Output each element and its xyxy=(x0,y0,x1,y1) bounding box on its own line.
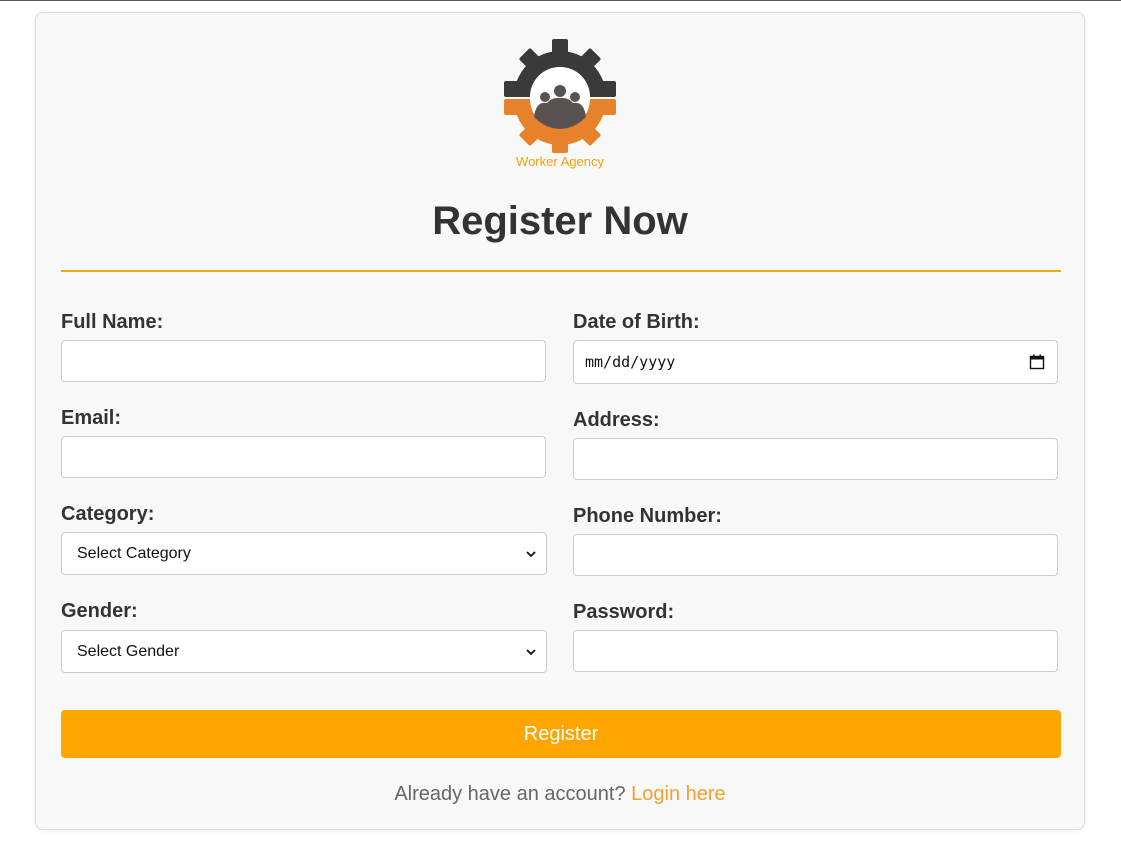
full-name-input[interactable] xyxy=(61,340,546,382)
email-group: Email: xyxy=(61,406,546,478)
phone-label: Phone Number: xyxy=(573,505,722,527)
gender-select[interactable]: Select Gender xyxy=(61,630,547,673)
title-divider xyxy=(61,270,1061,272)
logo: Worker Agency xyxy=(36,37,1084,170)
login-link[interactable]: Login here xyxy=(631,783,726,805)
login-prompt: Already have an account? Login here xyxy=(36,782,1084,806)
password-input[interactable] xyxy=(573,630,1058,672)
address-input[interactable] xyxy=(573,438,1058,480)
phone-input[interactable] xyxy=(573,534,1058,576)
logo-text: Worker Agency xyxy=(516,154,604,169)
gender-selected-value: Select Gender xyxy=(77,642,180,660)
category-label: Category: xyxy=(61,503,155,525)
chevron-down-icon xyxy=(526,648,536,655)
calendar-icon[interactable] xyxy=(1029,354,1045,370)
category-selected-value: Select Category xyxy=(77,544,191,562)
address-label: Address: xyxy=(573,409,660,431)
category-select[interactable]: Select Category xyxy=(61,532,547,575)
gender-group: Gender: Select Gender xyxy=(61,599,547,673)
full-name-label: Full Name: xyxy=(61,311,164,333)
dob-label: Date of Birth: xyxy=(573,311,700,333)
email-label: Email: xyxy=(61,407,122,429)
email-input[interactable] xyxy=(61,436,546,478)
register-button[interactable]: Register xyxy=(61,710,1061,758)
category-group: Category: Select Category xyxy=(61,502,547,575)
dob-placeholder: mm/dd/yyyy xyxy=(585,353,676,371)
dob-group: Date of Birth: mm/dd/yyyy xyxy=(573,310,1058,384)
password-group: Password: xyxy=(573,600,1058,672)
phone-group: Phone Number: xyxy=(573,504,1058,576)
gender-label: Gender: xyxy=(61,600,138,622)
window-top-border xyxy=(0,0,1121,1)
full-name-group: Full Name: xyxy=(61,310,546,382)
chevron-down-icon xyxy=(526,550,536,557)
page-title: Register Now xyxy=(432,199,688,243)
address-group: Address: xyxy=(573,408,1058,480)
password-label: Password: xyxy=(573,601,675,623)
register-card: Worker Agency Register Now Full Name: Em… xyxy=(35,12,1085,830)
login-prompt-text: Already have an account? xyxy=(394,783,626,805)
gear-people-icon xyxy=(504,39,616,153)
dob-input[interactable]: mm/dd/yyyy xyxy=(573,340,1058,384)
